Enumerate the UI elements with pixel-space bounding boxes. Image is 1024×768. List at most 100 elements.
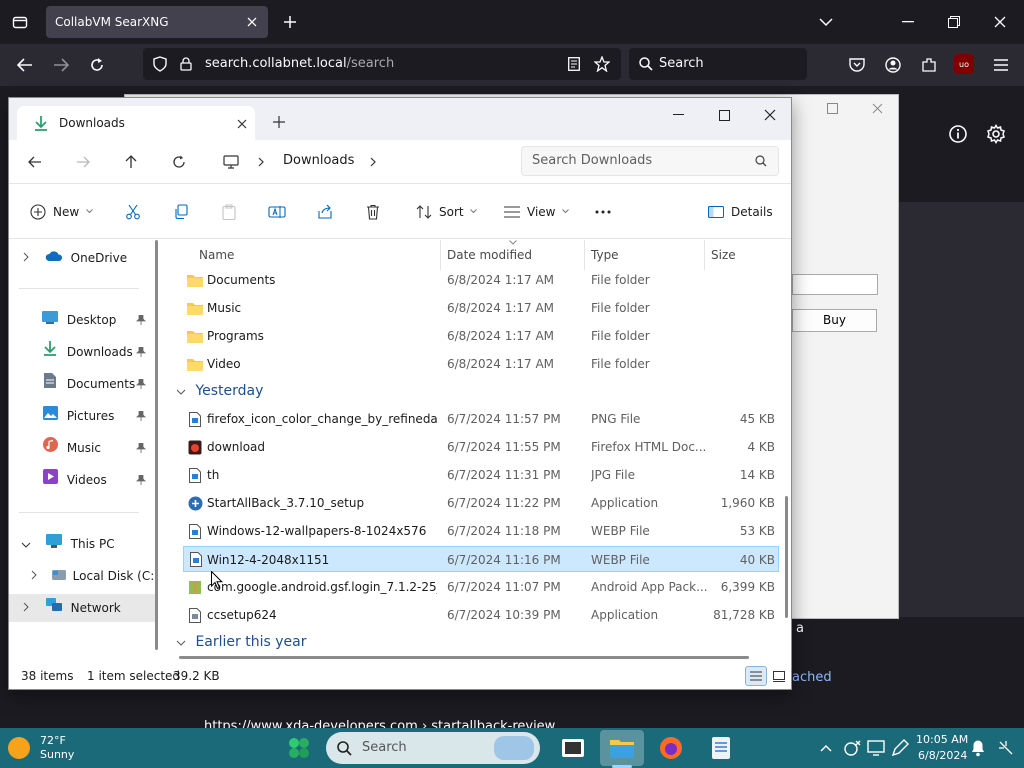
ublock-icon[interactable]: uo: [954, 54, 974, 74]
copy-icon[interactable]: [171, 184, 191, 239]
firefox-icon[interactable]: [656, 734, 686, 762]
maximize-icon[interactable]: [715, 106, 733, 124]
close-window-icon[interactable]: [761, 106, 779, 124]
forward-icon[interactable]: [50, 54, 72, 76]
nav-item-this-pc[interactable]: This PC: [21, 530, 115, 558]
close-tab-icon[interactable]: [235, 117, 249, 131]
clock-date[interactable]: 6/8/2024: [918, 749, 967, 762]
file-row[interactable]: ccsetup624 6/7/2024 10:39 PM Application…: [165, 602, 779, 628]
new-button[interactable]: New: [29, 184, 94, 239]
pin-icon[interactable]: [135, 346, 147, 358]
restore-icon[interactable]: [944, 12, 964, 32]
paste-icon[interactable]: [219, 184, 239, 239]
chevron-up-icon[interactable]: [818, 740, 834, 756]
chevron-right-icon[interactable]: [367, 154, 379, 170]
notepad-icon[interactable]: [706, 734, 736, 762]
clock-time[interactable]: 10:05 AM: [916, 733, 968, 746]
bookmark-star-icon[interactable]: [593, 55, 611, 73]
pin-icon[interactable]: [135, 442, 147, 454]
info-icon[interactable]: [948, 124, 968, 144]
column-header-size[interactable]: Size: [711, 240, 736, 270]
column-header-name[interactable]: Name: [199, 240, 234, 270]
back-icon[interactable]: [25, 152, 45, 172]
start-button-icon[interactable]: [284, 734, 314, 762]
account-icon[interactable]: [882, 54, 904, 76]
file-row[interactable]: Programs 6/8/2024 1:17 AM File folder: [165, 323, 779, 349]
tiles-view-icon[interactable]: [769, 666, 789, 686]
reader-view-icon[interactable]: [565, 55, 583, 73]
menu-icon[interactable]: [990, 54, 1012, 76]
minimize-icon[interactable]: [898, 12, 918, 32]
nav-item-documents[interactable]: Documents: [41, 370, 147, 398]
reload-icon[interactable]: [86, 54, 108, 76]
horizontal-scrollbar[interactable]: [179, 656, 749, 659]
more-options-icon[interactable]: [593, 184, 613, 239]
explorer-tab-downloads[interactable]: Downloads: [17, 106, 255, 140]
file-row[interactable]: download 6/7/2024 11:55 PM Firefox HTML …: [165, 434, 779, 460]
group-header-earlier[interactable]: Earlier this year: [175, 629, 306, 655]
nav-item-pictures[interactable]: Pictures: [41, 402, 147, 430]
nav-item-local-disk[interactable]: Local Disk (C:): [29, 562, 159, 590]
column-divider[interactable]: [704, 240, 705, 270]
bg-maximize-icon[interactable]: [825, 101, 839, 115]
taskbar-search[interactable]: Search: [326, 732, 540, 764]
file-row[interactable]: Music 6/8/2024 1:17 AM File folder: [165, 295, 779, 321]
details-button[interactable]: Details: [707, 184, 773, 239]
buy-button[interactable]: Buy: [792, 309, 877, 332]
pocket-icon[interactable]: [846, 54, 868, 76]
this-pc-icon[interactable]: [221, 152, 241, 172]
breadcrumb-downloads[interactable]: Downloads: [283, 153, 354, 168]
forward-icon[interactable]: [73, 152, 93, 172]
file-explorer-taskbar-icon[interactable]: [600, 730, 644, 766]
network-tray-icon[interactable]: [842, 738, 862, 758]
delete-icon[interactable]: [363, 184, 383, 239]
expand-chevron-icon[interactable]: [29, 570, 39, 580]
file-row[interactable]: StartAllBack_3.7.10_setup 6/7/2024 11:22…: [165, 490, 779, 516]
url-bar[interactable]: search.collabnet.local/search: [143, 48, 621, 80]
refresh-icon[interactable]: [169, 152, 189, 172]
close-tab-icon[interactable]: [244, 14, 260, 30]
notification-bell-icon[interactable]: [968, 738, 988, 758]
up-icon[interactable]: [121, 152, 141, 172]
expand-chevron-icon[interactable]: [21, 602, 31, 612]
expand-chevron-icon[interactable]: [21, 542, 31, 548]
browser-search-box[interactable]: Search: [629, 48, 807, 80]
column-divider[interactable]: [440, 240, 441, 270]
task-view-icon[interactable]: [558, 734, 588, 762]
cut-icon[interactable]: [123, 184, 143, 239]
display-tray-icon[interactable]: [866, 738, 886, 758]
product-input[interactable]: [792, 274, 878, 295]
nav-item-network[interactable]: Network: [9, 594, 155, 622]
nav-item-music[interactable]: Music: [41, 434, 147, 462]
share-icon[interactable]: [315, 184, 335, 239]
file-row[interactable]: firefox_icon_color_change_by_refinedana.…: [165, 406, 779, 432]
weather-widget[interactable]: 72°F Sunny: [8, 732, 108, 764]
nav-item-videos[interactable]: Videos: [41, 466, 147, 494]
bg-close-icon[interactable]: [870, 101, 884, 115]
column-header-type[interactable]: Type: [591, 240, 619, 270]
close-window-icon[interactable]: [990, 12, 1010, 32]
extensions-icon[interactable]: [918, 54, 940, 76]
settings-gear-icon[interactable]: [985, 123, 1007, 145]
file-row-selected[interactable]: Win12-4-2048x1151 6/7/2024 11:16 PM WEBP…: [183, 546, 779, 572]
tab-list-icon[interactable]: [10, 12, 30, 32]
shield-icon[interactable]: [151, 55, 169, 73]
pin-icon[interactable]: [135, 474, 147, 486]
pin-icon[interactable]: [135, 378, 147, 390]
nav-pane-scrollbar[interactable]: [155, 240, 158, 650]
column-divider[interactable]: [584, 240, 585, 270]
nav-item-onedrive[interactable]: OneDrive: [21, 244, 127, 272]
group-header-yesterday[interactable]: Yesterday: [175, 378, 263, 404]
file-row[interactable]: Documents 6/8/2024 1:17 AM File folder: [165, 267, 779, 293]
explorer-search-box[interactable]: Search Downloads: [521, 146, 779, 176]
column-header-date[interactable]: Date modified: [447, 240, 532, 270]
back-icon[interactable]: [14, 54, 36, 76]
details-view-icon[interactable]: [745, 666, 767, 686]
bg-link-ached[interactable]: ached: [792, 670, 832, 685]
nav-item-downloads[interactable]: Downloads: [41, 338, 147, 366]
pin-icon[interactable]: [135, 410, 147, 422]
show-desktop-icon[interactable]: [996, 738, 1016, 758]
view-button[interactable]: View: [503, 184, 570, 239]
rename-icon[interactable]: [267, 184, 287, 239]
new-tab-icon[interactable]: [271, 114, 287, 130]
